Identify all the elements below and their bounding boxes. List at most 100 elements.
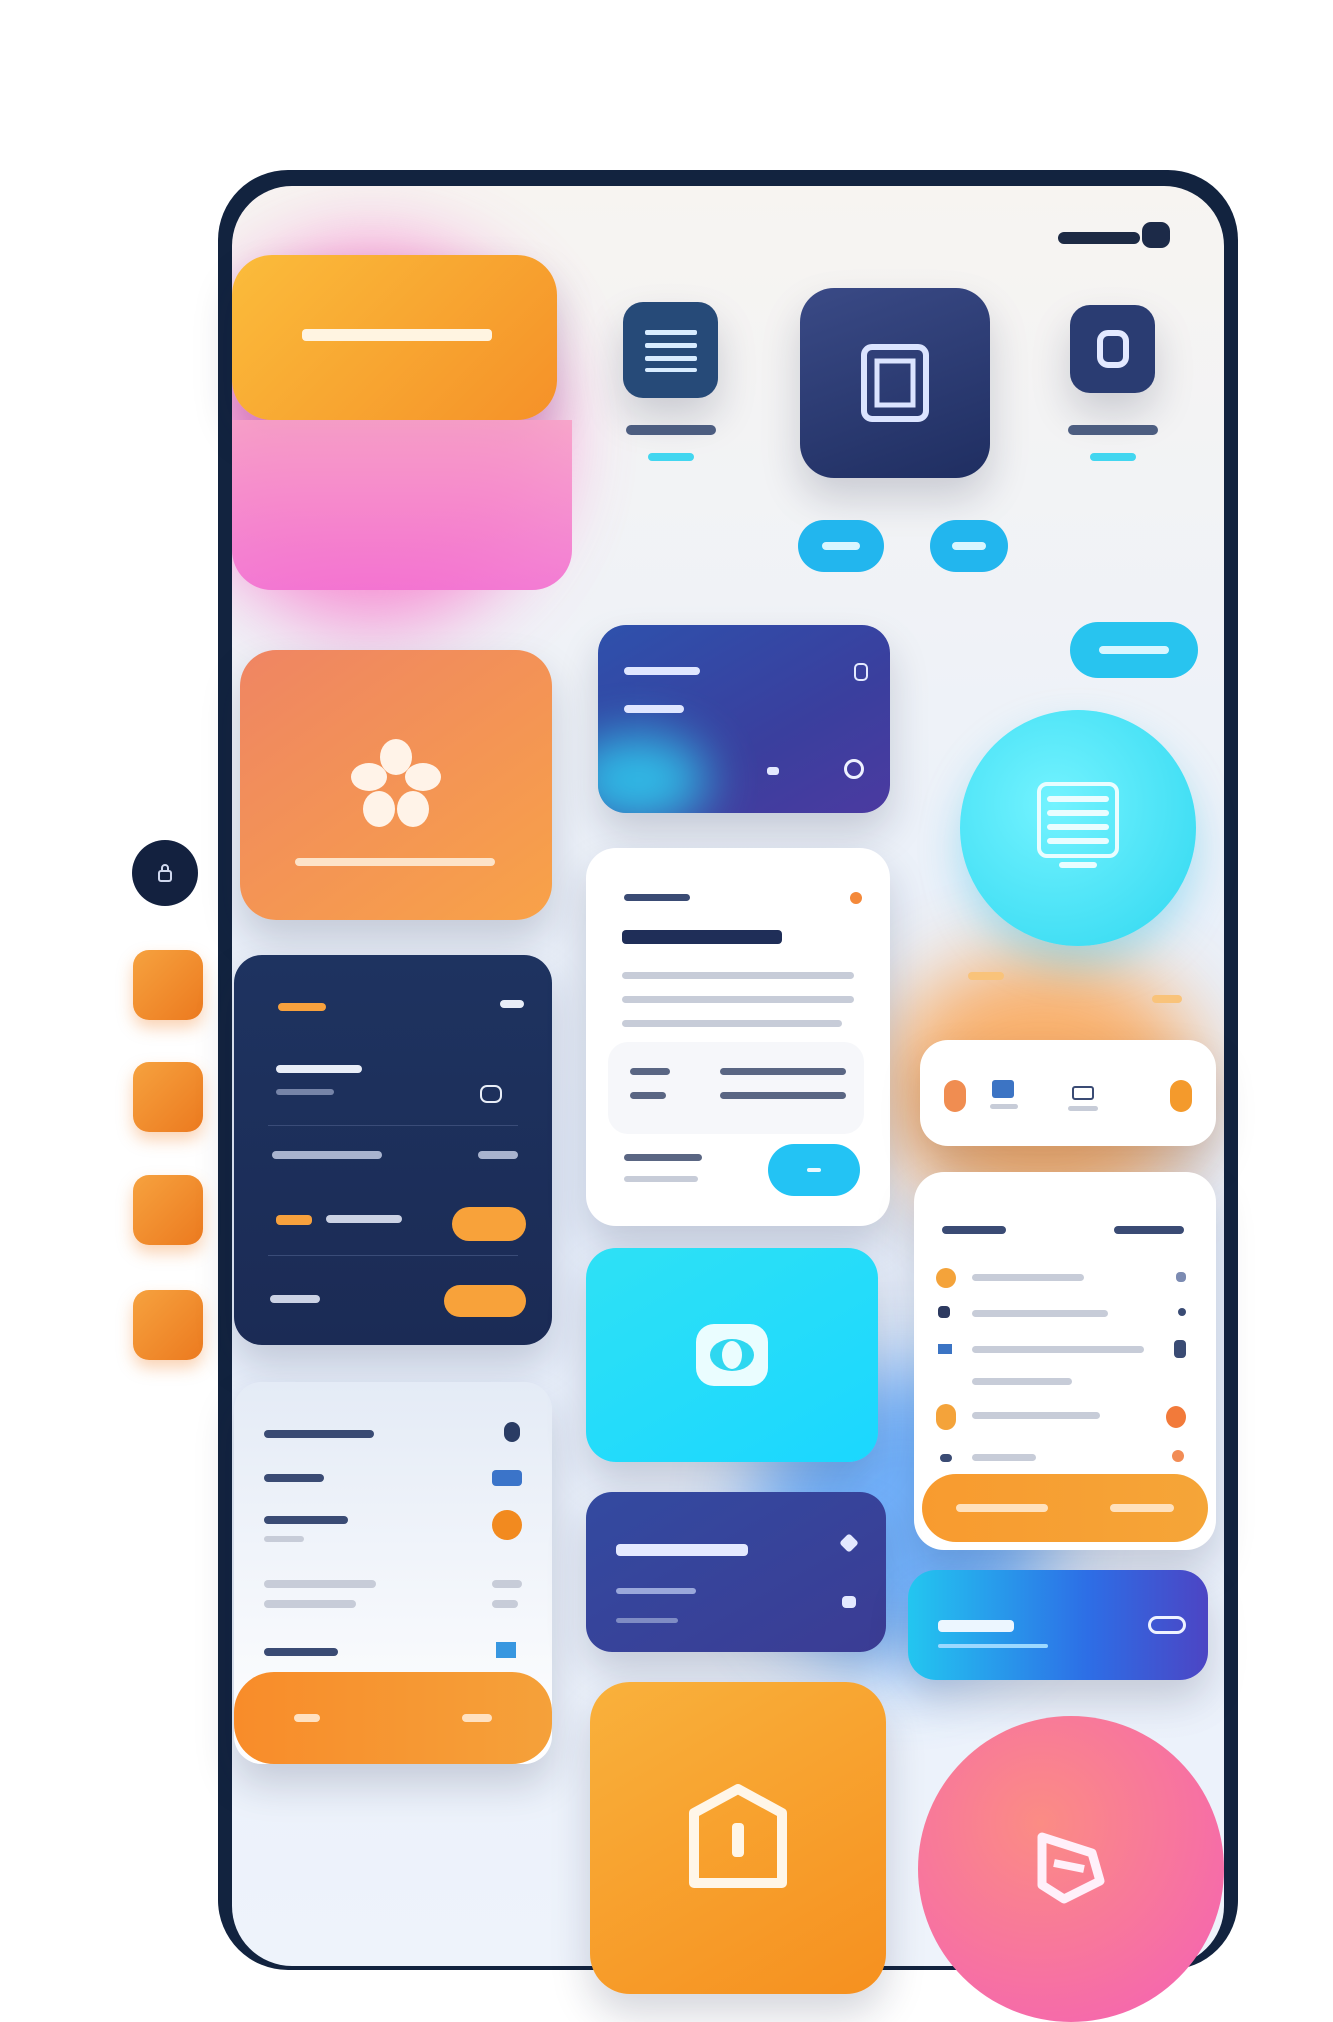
wallet-glow [598, 735, 708, 813]
navy-card-row1 [276, 1065, 362, 1073]
article-box-label1 [630, 1068, 670, 1075]
settings-card-title [264, 1430, 374, 1438]
side-grid-button-1[interactable] [133, 950, 203, 1020]
navy-card-row2-value [478, 1151, 518, 1159]
side-grid-button-2[interactable] [133, 1062, 203, 1132]
article-action-button[interactable] [768, 1144, 860, 1196]
status-right [1058, 232, 1140, 244]
divider [268, 1125, 518, 1126]
task-4-text [972, 1378, 1072, 1385]
notification-sub [616, 1588, 696, 1594]
flower-card[interactable] [240, 650, 552, 920]
mini-stat-label-2 [1068, 1106, 1098, 1111]
navy-card-title [278, 1003, 326, 1011]
app-tile-label [1068, 425, 1158, 435]
notification-meta [616, 1618, 678, 1623]
link-card-label [938, 1620, 1014, 1632]
eye-card[interactable] [586, 1248, 878, 1462]
article-box-label2 [630, 1092, 666, 1099]
task-3-text [972, 1346, 1144, 1353]
calendar-icon [992, 1080, 1014, 1098]
menu-tile-indicator [648, 453, 694, 461]
side-lock-button[interactable] [132, 840, 198, 906]
menu-tile[interactable] [623, 302, 718, 398]
tasks-footer-button[interactable] [922, 1474, 1208, 1542]
article-title [622, 930, 782, 944]
article-inner-box [608, 1042, 864, 1134]
share-icon [1037, 1832, 1105, 1904]
eye-icon [696, 1324, 768, 1386]
photo-frame-icon [861, 344, 929, 422]
article-card [586, 848, 890, 1226]
task-1-meta [1176, 1272, 1186, 1282]
toggle-icon[interactable] [480, 1085, 502, 1103]
app-tile[interactable] [1070, 305, 1155, 393]
info-icon[interactable] [504, 1422, 520, 1442]
notification-pin-icon [839, 1533, 859, 1553]
list-circle-button[interactable] [960, 710, 1196, 946]
app-tile-indicator [1090, 453, 1136, 461]
side-grid-button-4[interactable] [133, 1290, 203, 1360]
pill-button-1[interactable] [798, 520, 884, 572]
wallet-dot [767, 767, 779, 775]
settings-row3 [264, 1580, 376, 1588]
hero-banner[interactable] [232, 255, 557, 420]
task-2-icon[interactable] [938, 1306, 950, 1318]
alert-icon[interactable] [492, 1510, 522, 1540]
wallet-card-title [624, 667, 700, 675]
tasks-card-title [942, 1226, 1006, 1234]
task-2-text [972, 1310, 1108, 1317]
article-line1 [622, 972, 854, 979]
app-icon [1096, 330, 1129, 368]
pill-button-2[interactable] [930, 520, 1008, 572]
mini-stat-icon-1[interactable] [944, 1080, 966, 1112]
link-card[interactable] [908, 1570, 1208, 1680]
pill-button-3[interactable] [1070, 622, 1198, 678]
mini-stats-card [920, 1040, 1216, 1146]
article-box-value2 [720, 1092, 846, 1099]
wallet-badge-icon [854, 663, 868, 681]
orange-area-label [968, 972, 1004, 980]
task-3-meta [1174, 1340, 1186, 1358]
notification-card[interactable] [586, 1492, 886, 1652]
hero-gradient [232, 420, 572, 590]
settings-row2-sub [264, 1536, 304, 1542]
tasks-card [914, 1172, 1216, 1550]
settings-card-footer-button[interactable] [234, 1672, 552, 1764]
task-5-text [972, 1412, 1100, 1419]
wallet-card[interactable] [598, 625, 890, 813]
home-card[interactable] [590, 1682, 886, 1994]
wallet-toggle-icon[interactable] [844, 759, 864, 779]
mini-stat-icon-3[interactable] [1170, 1080, 1192, 1112]
tasks-card-action[interactable] [1114, 1226, 1184, 1234]
toggle-icon[interactable] [492, 1470, 522, 1486]
orange-area-label2 [1152, 995, 1182, 1003]
home-shield-icon [689, 1784, 787, 1888]
settings-row4 [264, 1648, 338, 1656]
settings-row2 [264, 1516, 348, 1524]
menu-tile-label [626, 425, 716, 435]
notification-title [616, 1544, 748, 1556]
flower-card-caption [295, 858, 495, 866]
navy-card-row4 [270, 1295, 320, 1303]
task-1-icon[interactable] [936, 1268, 956, 1288]
article-dot [850, 892, 862, 904]
link-card-sub [938, 1644, 1048, 1648]
task-3-icon[interactable] [938, 1344, 952, 1354]
mini-stat-label-1 [990, 1104, 1018, 1109]
navy-card-counter [500, 1000, 524, 1008]
task-5-meta[interactable] [1166, 1406, 1186, 1428]
lock-icon [158, 864, 172, 882]
link-icon [1148, 1616, 1186, 1634]
photo-tile[interactable] [800, 288, 990, 478]
settings-row1 [264, 1474, 324, 1482]
chart-icon [276, 1215, 312, 1225]
navy-card-action-1[interactable] [452, 1207, 526, 1241]
share-circle-button[interactable] [918, 1716, 1224, 2022]
task-5-icon[interactable] [936, 1404, 956, 1430]
navy-card-action-2[interactable] [444, 1285, 526, 1317]
side-grid-button-3[interactable] [133, 1175, 203, 1245]
folder-icon[interactable] [496, 1642, 516, 1658]
camera-icon [1142, 222, 1170, 248]
navy-list-card [234, 955, 552, 1345]
